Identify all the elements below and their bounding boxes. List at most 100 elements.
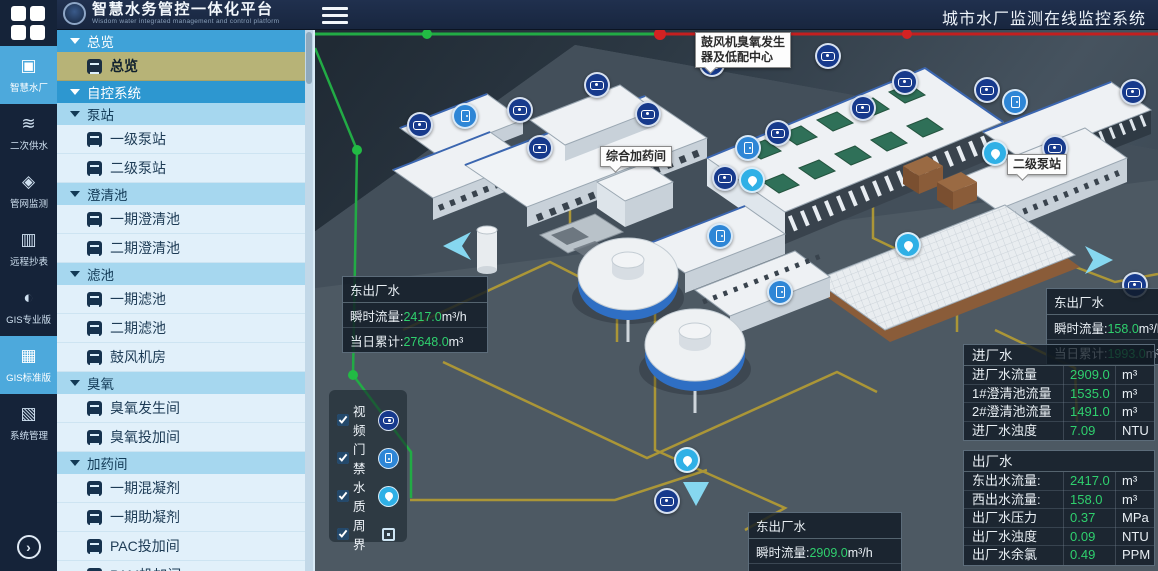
rail-item-gis-standard[interactable]: ▦ GIS标准版 (0, 336, 57, 394)
door-access-icon[interactable] (452, 103, 478, 129)
flow-overlay-east-3: 东出厂水 瞬时流量:2909.0m³/h 当日累计:30636.0m³ (748, 512, 902, 571)
legend-item-door: 门禁 (337, 439, 399, 477)
water-quality-icon[interactable] (674, 447, 700, 473)
chevron-down-icon (70, 191, 80, 197)
camera-icon[interactable] (584, 72, 610, 98)
sidebar-scrollbar[interactable] (305, 30, 313, 571)
flow-overlay-title: 东出厂水 (343, 277, 487, 303)
brand-logo-icon (63, 2, 86, 25)
perimeter-checkbox[interactable] (337, 528, 349, 540)
overview-doc-icon (87, 59, 102, 74)
camera-icon[interactable] (635, 101, 661, 127)
sidebar-group-overview[interactable]: 总览 (57, 30, 306, 52)
rail-item-smart-water-plant[interactable]: ▣ 智慧水厂 (0, 46, 57, 104)
left-rail: ▣ 智慧水厂 ≋ 二次供水 ◈ 管网监测 ▥ 远程抄表 ◐ GIS专业版 ▦ G… (0, 0, 57, 571)
system-admin-icon: ▧ (20, 405, 36, 423)
legend-item-video: 视频 (337, 401, 399, 439)
table-row: 出厂水余氯0.49PPM (964, 546, 1154, 565)
secondary-water-icon: ≋ (21, 115, 35, 133)
rail-item-system-admin[interactable]: ▧ 系统管理 (0, 394, 57, 452)
building-tag-blower-ozone[interactable]: 鼓风机臭氧发生器及低配中心 (695, 32, 791, 68)
water-quality-icon[interactable] (895, 232, 921, 258)
collapse-arrow-icon[interactable]: › (17, 535, 41, 559)
building-tag-dosing-room[interactable]: 综合加药间 (600, 146, 672, 167)
sidebar-item-blower-room[interactable]: 鼓风机房 (57, 343, 306, 372)
hamburger-menu-icon[interactable] (322, 7, 348, 28)
camera-icon[interactable] (850, 95, 876, 121)
sidebar-group-ozone[interactable]: 臭氧 (57, 372, 306, 394)
table-row: 进厂水浊度7.09NTU (964, 422, 1154, 441)
video-checkbox[interactable] (337, 414, 349, 426)
camera-icon[interactable] (407, 112, 433, 138)
sidebar-item-clarifier-1[interactable]: 一期澄清池 (57, 205, 306, 234)
ozone-dosing-icon (87, 430, 102, 445)
sidebar-group-dosing-room[interactable]: 加药间 (57, 452, 306, 474)
pump-station-icon (87, 132, 102, 147)
sidebar-item-coagulant-aid-1[interactable]: 一期助凝剂 (57, 503, 306, 532)
top-header: 智慧水务管控一体化平台 Wisdom water integrated mana… (0, 0, 1158, 30)
perimeter-icon (378, 524, 399, 545)
rail-item-remote-meter[interactable]: ▥ 远程抄表 (0, 220, 57, 278)
sidebar-item-pam-dosing[interactable]: PAM投加间 (57, 561, 306, 571)
filter-pool-icon (87, 292, 102, 307)
smart-water-plant-icon: ▣ (20, 57, 36, 75)
sidebar-item-ozone-dosing[interactable]: 臭氧投加间 (57, 423, 306, 452)
door-access-icon[interactable] (767, 279, 793, 305)
brand-title: 智慧水务管控一体化平台 (92, 2, 279, 18)
table-row: 东出水流量:2417.0m³ (964, 472, 1154, 491)
sidebar-group-scada[interactable]: 自控系统 (57, 81, 306, 103)
camera-icon[interactable] (815, 43, 841, 69)
rail-item-secondary-water[interactable]: ≋ 二次供水 (0, 104, 57, 162)
gis-standard-icon: ▦ (20, 347, 36, 365)
door-access-icon[interactable] (1002, 89, 1028, 115)
camera-icon[interactable] (765, 120, 791, 146)
camera-icon[interactable] (654, 488, 680, 514)
chevron-down-icon (70, 38, 80, 44)
door-access-icon[interactable] (735, 135, 761, 161)
scrollbar-thumb[interactable] (306, 32, 312, 84)
sidebar-item-pump-station-1[interactable]: 一级泵站 (57, 125, 306, 154)
chevron-down-icon (70, 271, 80, 277)
test-tube-icon (87, 510, 102, 525)
camera-icon[interactable] (507, 97, 533, 123)
water-quality-checkbox[interactable] (337, 490, 349, 502)
brand-subtitle: Wisdom water integrated management and c… (92, 18, 279, 25)
sidebar-group-filters[interactable]: 滤池 (57, 263, 306, 285)
legend-item-water-quality: 水质 (337, 477, 399, 515)
water-quality-icon[interactable] (982, 140, 1008, 166)
water-quality-icon[interactable] (739, 167, 765, 193)
main-3d-view: 鼓风机臭氧发生器及低配中心 综合加药间 二级泵站 东出厂水 瞬时流量:2417.… (315, 30, 1158, 571)
layer-legend: 视频 门禁 水质 周界 (329, 390, 407, 542)
camera-icon[interactable] (974, 77, 1000, 103)
door-access-icon (378, 448, 399, 469)
rail-item-gis-pro[interactable]: ◐ GIS专业版 (0, 278, 57, 336)
flask-icon (87, 539, 102, 554)
door-access-icon[interactable] (707, 223, 733, 249)
sidebar-item-coagulant-1[interactable]: 一期混凝剂 (57, 474, 306, 503)
camera-icon[interactable] (712, 165, 738, 191)
sidebar-group-clarifiers[interactable]: 澄清池 (57, 183, 306, 205)
sidebar-item-clarifier-2[interactable]: 二期澄清池 (57, 234, 306, 263)
building-tag-pump-station-2[interactable]: 二级泵站 (1007, 154, 1067, 175)
sidebar-group-pump-stations[interactable]: 泵站 (57, 103, 306, 125)
flask-icon (87, 481, 102, 496)
camera-icon[interactable] (527, 135, 553, 161)
legend-item-perimeter: 周界 (337, 515, 399, 553)
camera-icon[interactable] (1120, 79, 1146, 105)
sidebar-tree: 总览 总览 自控系统 泵站 一级泵站 二级泵站 澄清池 一期澄清池 (57, 30, 315, 571)
flow-overlay-title: 东出厂水 (749, 513, 901, 539)
rail-item-pipe-network[interactable]: ◈ 管网监测 (0, 162, 57, 220)
sidebar-item-overview[interactable]: 总览 (57, 52, 306, 81)
sidebar-item-pump-station-2[interactable]: 二级泵站 (57, 154, 306, 183)
pump-station-icon (87, 161, 102, 176)
sidebar-item-filter-2[interactable]: 二期滤池 (57, 314, 306, 343)
camera-icon[interactable] (892, 69, 918, 95)
app-grid-logo-icon[interactable] (0, 0, 57, 46)
pipe-network-icon: ◈ (22, 173, 35, 191)
chevron-down-icon (70, 460, 80, 466)
page-title: 城市水厂监测在线监控系统 (942, 5, 1146, 29)
sidebar-item-ozone-generator[interactable]: 臭氧发生间 (57, 394, 306, 423)
door-checkbox[interactable] (337, 452, 349, 464)
sidebar-item-filter-1[interactable]: 一期滤池 (57, 285, 306, 314)
sidebar-item-pac-dosing[interactable]: PAC投加间 (57, 532, 306, 561)
